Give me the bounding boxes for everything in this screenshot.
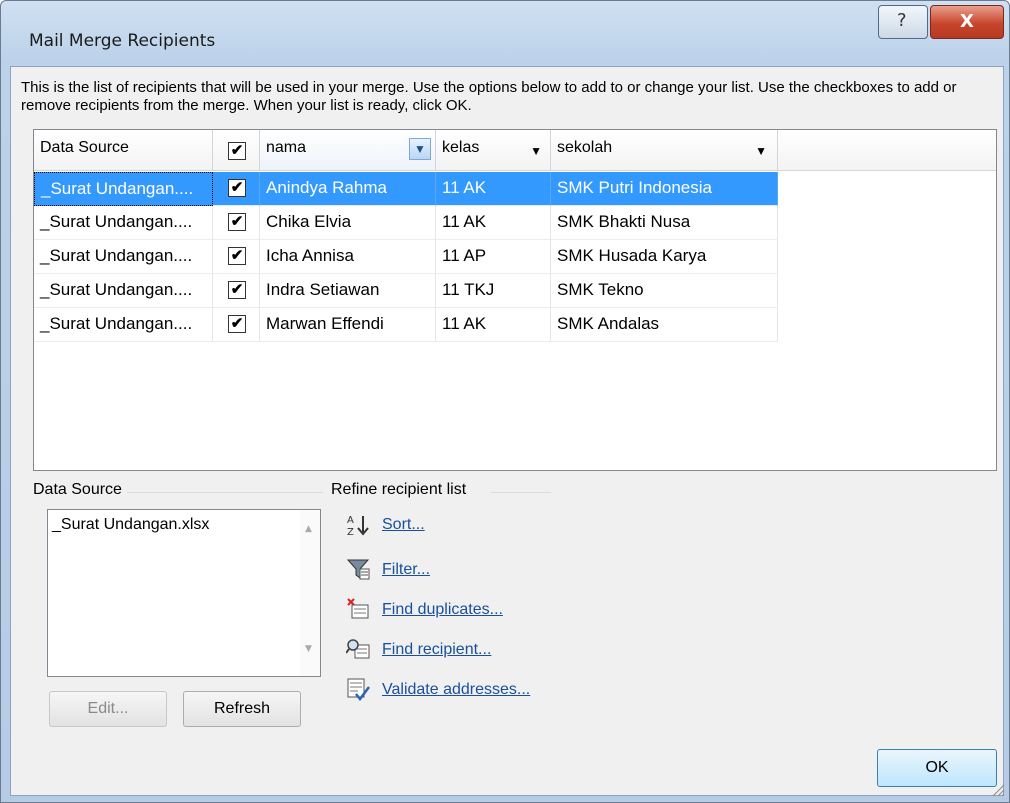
- sort-link[interactable]: Sort...: [382, 516, 425, 534]
- dialog-title: Mail Merge Recipients: [29, 31, 216, 51]
- table-row[interactable]: _Surat Undangan.... ✔ Icha Annisa 11 AP …: [34, 240, 778, 274]
- scroll-up-icon[interactable]: ▲: [305, 524, 312, 534]
- validate-addresses-link[interactable]: Validate addresses...: [382, 681, 530, 699]
- help-icon: ?: [897, 10, 907, 31]
- scroll-down-icon[interactable]: ▼: [305, 644, 312, 654]
- chevron-down-icon[interactable]: ▼: [409, 138, 431, 160]
- svg-text:Z: Z: [347, 527, 354, 537]
- filter-icon: [346, 559, 370, 580]
- svg-text:A: A: [347, 515, 354, 526]
- table-row[interactable]: _Surat Undangan.... ✔ Chika Elvia 11 AK …: [34, 206, 778, 240]
- divider: [127, 492, 323, 493]
- divider: [491, 492, 551, 493]
- list-item[interactable]: _Surat Undangan.xlsx: [52, 516, 209, 534]
- header-select-all[interactable]: ✔: [213, 130, 260, 170]
- row-checkbox[interactable]: ✔: [228, 179, 246, 197]
- row-checkbox[interactable]: ✔: [228, 315, 246, 333]
- recipient-list[interactable]: Data Source ✔ nama ▼ kelas ▼ sekolah ▼ _…: [33, 129, 997, 471]
- row-checkbox[interactable]: ✔: [228, 281, 246, 299]
- refine-label: Refine recipient list: [331, 481, 467, 498]
- filter-link[interactable]: Filter...: [382, 561, 430, 579]
- resize-grip-icon[interactable]: [989, 781, 1005, 797]
- sort-icon: A Z: [347, 515, 369, 537]
- find-duplicates-icon: [347, 598, 369, 619]
- table-row[interactable]: _Surat Undangan.... ✔ Indra Setiawan 11 …: [34, 274, 778, 308]
- title-bar: Mail Merge Recipients ? X: [1, 1, 1009, 65]
- select-all-checkbox[interactable]: ✔: [228, 142, 246, 160]
- row-checkbox[interactable]: ✔: [228, 213, 246, 231]
- help-button[interactable]: ?: [878, 5, 928, 39]
- row-checkbox[interactable]: ✔: [228, 247, 246, 265]
- header-nama[interactable]: nama ▼: [260, 130, 436, 170]
- chevron-down-icon[interactable]: ▼: [530, 144, 542, 158]
- header-sekolah[interactable]: sekolah ▼: [551, 130, 778, 170]
- column-headers: Data Source ✔ nama ▼ kelas ▼ sekolah ▼: [34, 130, 996, 171]
- header-data-source[interactable]: Data Source: [34, 130, 213, 170]
- scrollbar[interactable]: ▲ ▼: [300, 510, 320, 676]
- find-recipient-icon: [346, 639, 370, 659]
- table-row[interactable]: _Surat Undangan.... ✔ Anindya Rahma 11 A…: [34, 172, 778, 206]
- close-button[interactable]: X: [930, 5, 1004, 39]
- data-source-label: Data Source: [33, 481, 122, 498]
- mail-merge-dialog: Mail Merge Recipients ? X This is the li…: [0, 0, 1010, 803]
- instructions-text: This is the list of recipients that will…: [21, 79, 957, 114]
- refresh-button[interactable]: Refresh: [183, 691, 301, 727]
- find-recipient-link[interactable]: Find recipient...: [382, 641, 491, 659]
- chevron-down-icon[interactable]: ▼: [755, 144, 767, 158]
- header-kelas[interactable]: kelas ▼: [436, 130, 551, 170]
- validate-addresses-icon: [347, 678, 370, 701]
- data-source-list[interactable]: _Surat Undangan.xlsx ▲ ▼: [47, 509, 321, 677]
- close-icon: X: [960, 11, 974, 32]
- ok-button[interactable]: OK: [877, 749, 997, 787]
- find-duplicates-link[interactable]: Find duplicates...: [382, 601, 503, 619]
- table-row[interactable]: _Surat Undangan.... ✔ Marwan Effendi 11 …: [34, 308, 778, 342]
- edit-button[interactable]: Edit...: [49, 691, 167, 727]
